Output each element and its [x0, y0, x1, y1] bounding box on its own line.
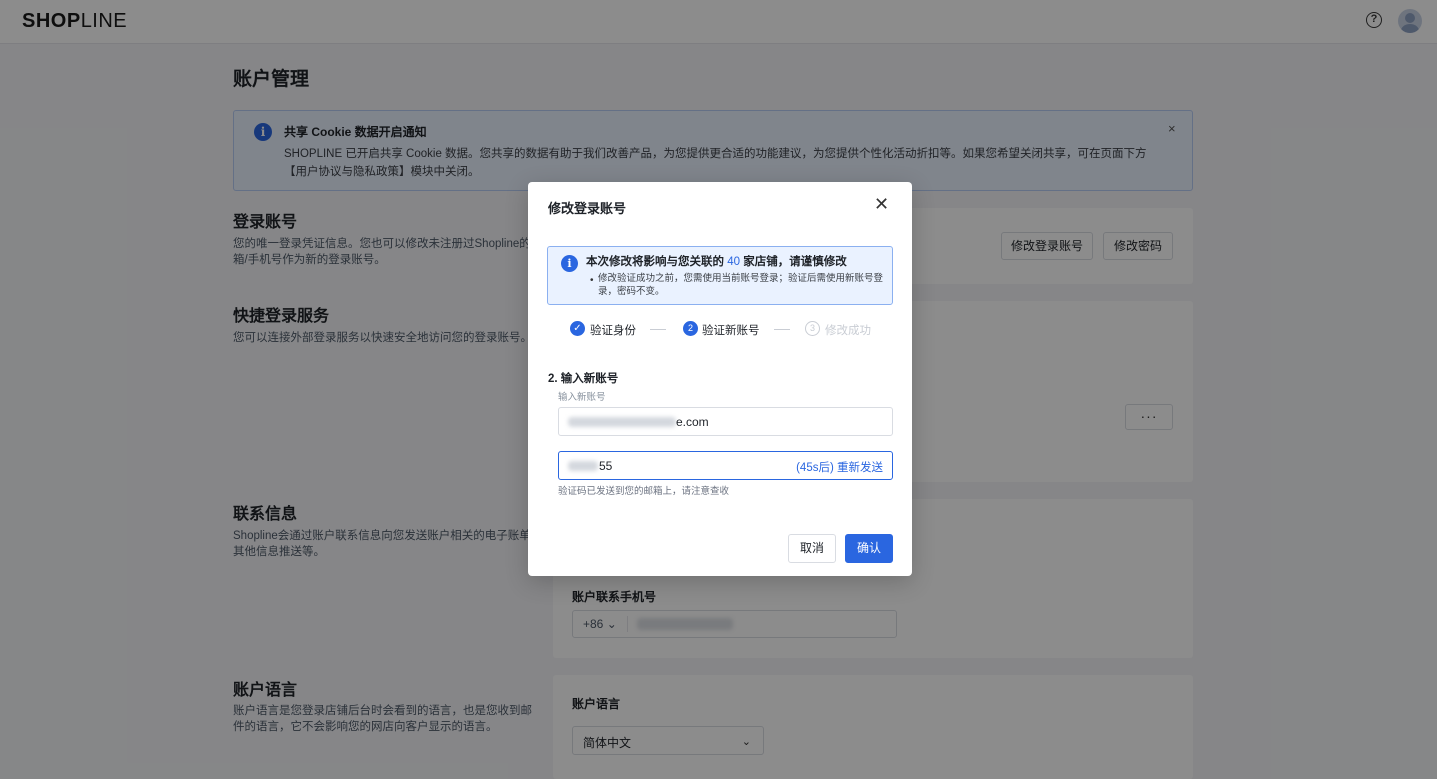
step-number-2: 2 — [683, 321, 698, 336]
redacted-code — [568, 461, 598, 471]
modal-title: 修改登录账号 — [548, 201, 627, 216]
step-indicator: ✓ 验证身份 2 验证新账号 3 修改成功 — [570, 320, 890, 338]
redacted-email — [568, 417, 676, 427]
warning-alert: i 本次修改将影响与您关联的 40 家店铺，请谨慎修改 • 修改验证成功之前，您… — [547, 246, 893, 305]
new-account-input[interactable]: e.com — [558, 407, 893, 436]
new-account-label: 输入新账号 — [558, 392, 606, 403]
change-login-account-modal: 修改登录账号 ✕ i 本次修改将影响与您关联的 40 家店铺，请谨慎修改 • 修… — [528, 182, 912, 576]
code-sent-hint: 验证码已发送到您的邮箱上，请注意查收 — [558, 486, 730, 497]
check-icon: ✓ — [570, 321, 585, 336]
step-verify-new-account: 验证新账号 — [702, 325, 760, 337]
step-verify-identity: 验证身份 — [590, 325, 636, 337]
step-success: 修改成功 — [825, 325, 871, 337]
step-number-3: 3 — [805, 321, 820, 336]
info-icon: i — [561, 255, 578, 272]
bullet: • — [590, 275, 594, 286]
step-connector — [774, 329, 790, 330]
step-title: 2. 输入新账号 — [548, 373, 619, 385]
close-icon[interactable]: ✕ — [874, 194, 889, 214]
cancel-button[interactable]: 取消 — [788, 534, 836, 563]
verification-code-input[interactable]: 55 (45s后) 重新发送 — [558, 451, 893, 480]
warning-body: 修改验证成功之前，您需使用当前账号登录；验证后需使用新账号登录，密码不变。 — [598, 273, 884, 297]
warning-title: 本次修改将影响与您关联的 40 家店铺，请谨慎修改 — [586, 256, 847, 268]
step-connector — [650, 329, 666, 330]
resend-code-link[interactable]: (45s后) 重新发送 — [796, 459, 883, 475]
confirm-button[interactable]: 确认 — [845, 534, 893, 563]
store-count: 40 — [727, 256, 740, 268]
